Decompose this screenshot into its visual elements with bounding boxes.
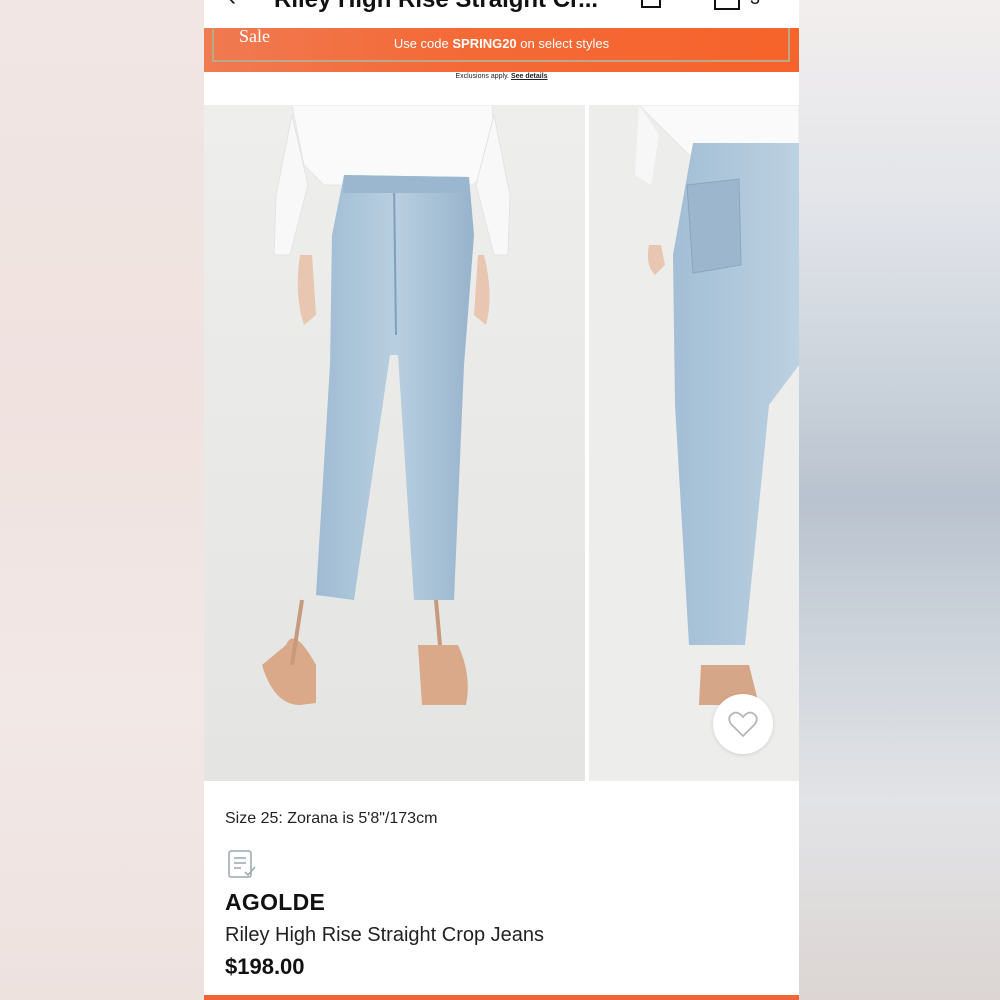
bottom-accent-rule: [204, 995, 799, 1000]
brand-name[interactable]: AGOLDE: [225, 889, 325, 916]
exclusions-text: Exclusions apply.: [455, 73, 510, 80]
back-view-illustration: [589, 105, 799, 781]
background-blur-left: [0, 0, 204, 1000]
product-photo-back[interactable]: [589, 105, 799, 781]
favorite-button[interactable]: [713, 694, 773, 754]
promo-banner[interactable]: Sale Use code SPRING20 on select styles: [204, 28, 799, 72]
heart-icon: [728, 711, 758, 738]
front-view-illustration: [204, 105, 585, 781]
product-gallery[interactable]: [204, 105, 799, 781]
cart-icon[interactable]: [714, 0, 740, 10]
product-photo-front[interactable]: [204, 105, 585, 781]
product-screen: ‹ Riley High Rise Straight Cr... 3 Sale …: [204, 0, 799, 1000]
exclusions-note: Exclusions apply. See details: [204, 73, 799, 80]
promo-text: Use code SPRING20 on select styles: [204, 36, 799, 51]
see-details-link[interactable]: See details: [511, 73, 548, 80]
product-name: Riley High Rise Straight Crop Jeans: [225, 924, 545, 946]
product-price: $198.00: [225, 954, 305, 979]
promo-code: SPRING20: [452, 36, 517, 51]
page-title: Riley High Rise Straight Cr...: [274, 0, 598, 14]
back-arrow-icon[interactable]: ‹: [228, 0, 252, 10]
top-bar: ‹ Riley High Rise Straight Cr... 3: [204, 0, 799, 28]
background-blur-right: [799, 0, 1000, 1000]
size-note: Size 25: Zorana is 5'8"/173cm: [225, 810, 438, 827]
promo-text-prefix: Use code: [393, 36, 453, 51]
bag-icon[interactable]: [641, 0, 661, 8]
fit-guide-icon[interactable]: [227, 849, 257, 879]
cart-count-badge: 3: [750, 0, 760, 9]
promo-text-suffix: on select styles: [516, 36, 610, 51]
